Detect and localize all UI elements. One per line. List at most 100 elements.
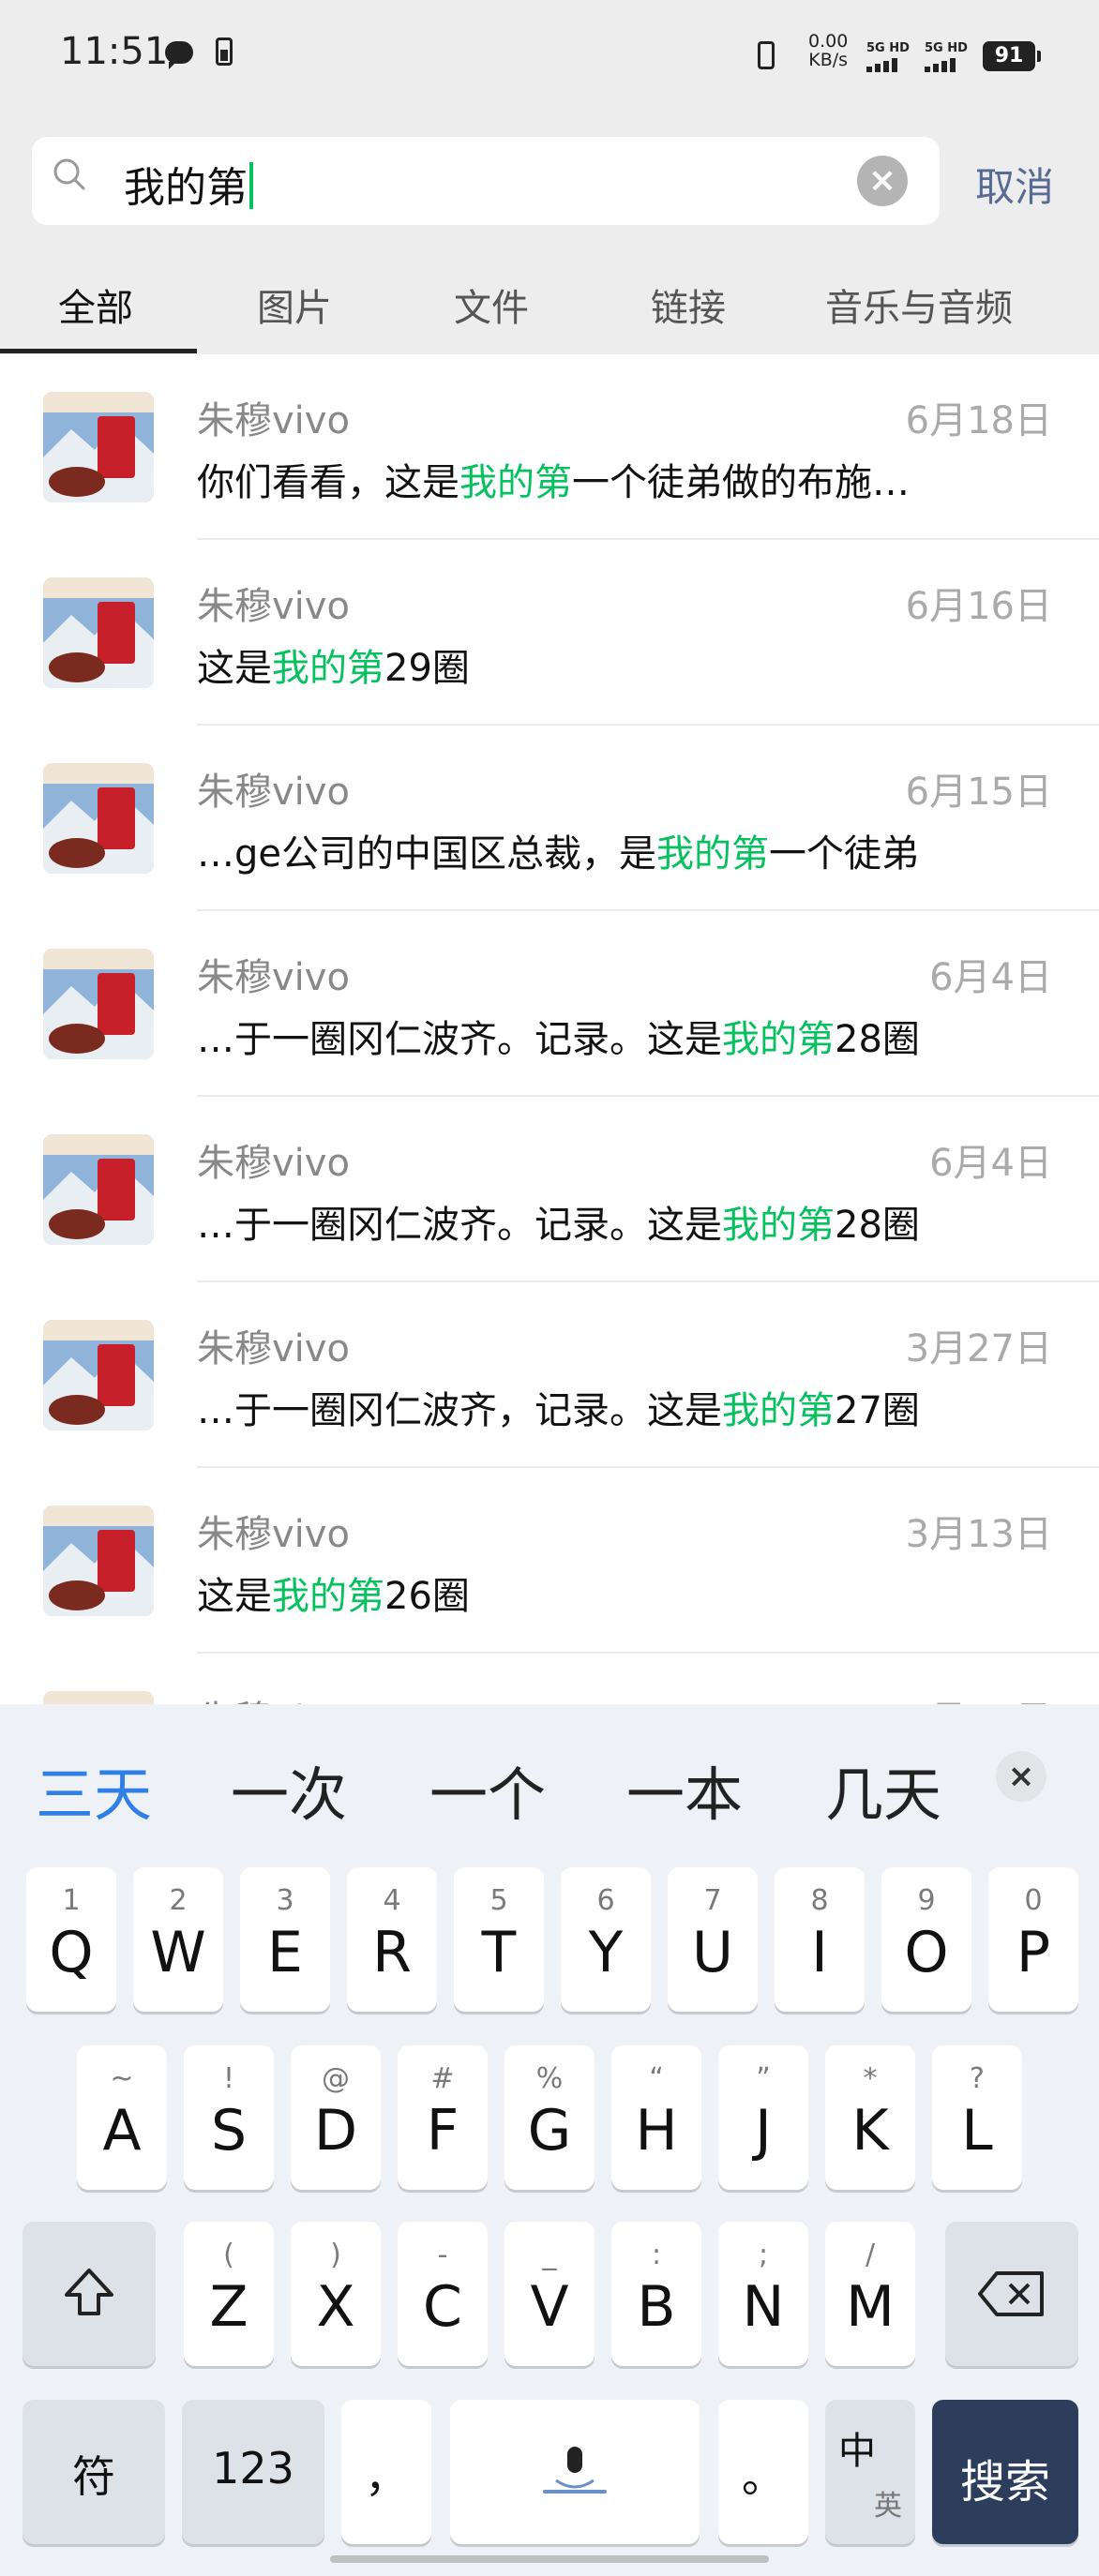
message-snippet: 这是我的第29圈 — [197, 647, 470, 690]
contact-name: 朱穆vivo — [197, 956, 350, 999]
network-speed: 0.00 KB/s — [808, 32, 848, 69]
list-item[interactable]: 朱穆vivo 6月4日 …于一圈冈仁波齐。记录。这是我的第28圈 — [0, 1097, 1099, 1282]
message-date: 6月18日 — [905, 399, 1052, 442]
period-key[interactable]: 。 — [718, 2400, 808, 2544]
key-p[interactable]: 0P — [988, 1867, 1078, 2012]
signal-bars-icon — [925, 58, 968, 72]
key-f[interactable]: # F — [398, 2045, 488, 2190]
key-a[interactable]: ~ A — [77, 2045, 167, 2190]
language-english-label: 英 — [874, 2490, 902, 2523]
candidate-word[interactable]: 三天 — [36, 1747, 152, 1832]
key-c[interactable]: -C — [398, 2222, 488, 2366]
candidate-word[interactable]: 一本 — [626, 1747, 743, 1832]
close-candidates-button[interactable]: × — [996, 1751, 1046, 1802]
message-date: 3月11日 — [906, 1689, 1052, 1704]
avatar — [43, 1320, 154, 1430]
match-highlight: 我的第 — [722, 1018, 835, 1061]
candidate-bar: 三天 一次 一个 一本 几天 × — [0, 1704, 1099, 1854]
battery-indicator: 91 — [983, 41, 1041, 71]
list-item[interactable]: 朱穆vivo 6月15日 …ge公司的中国区总裁，是我的第一个徒弟 — [0, 726, 1099, 911]
tab-music-audio[interactable]: 音乐与音频 — [825, 277, 1013, 332]
clear-search-button[interactable]: × — [857, 156, 908, 206]
key-i[interactable]: 8I — [775, 1867, 865, 2012]
key-o[interactable]: 9O — [881, 1867, 971, 2012]
contact-name: 朱穆vivo — [197, 1142, 350, 1185]
symbol-key[interactable]: 符 — [23, 2400, 165, 2544]
home-indicator[interactable] — [330, 2555, 769, 2563]
search-input[interactable]: 我的第 × — [32, 137, 940, 225]
key-j[interactable]: ” J — [718, 2045, 808, 2190]
key-y[interactable]: 6Y — [561, 1867, 651, 2012]
list-item[interactable]: 朱穆vivo 6月16日 这是我的第29圈 — [0, 540, 1099, 726]
ime-keyboard: 三天 一次 一个 一本 几天 × 1Q 2W 3E 4R 5T 6Y 7U 8I… — [0, 1704, 1099, 2576]
tab-all[interactable]: 全部 — [58, 277, 133, 332]
search-query: 我的第 — [124, 164, 248, 212]
key-x[interactable]: ) X — [291, 2222, 381, 2366]
tab-images[interactable]: 图片 — [257, 277, 332, 332]
contact-name: 朱穆vivo — [197, 1689, 350, 1704]
status-time: 11:51 — [60, 30, 169, 73]
key-d[interactable]: @ D — [291, 2045, 381, 2190]
match-highlight: 我的第 — [459, 461, 572, 504]
match-highlight: 我的第 — [656, 832, 769, 876]
candidate-word[interactable]: 几天 — [825, 1747, 941, 1832]
list-item[interactable]: 朱穆vivo 3月13日 这是我的第26圈 — [0, 1468, 1099, 1654]
key-n[interactable]: ; N — [718, 2222, 808, 2366]
list-item[interactable]: 朱穆vivo 6月4日 …于一圈冈仁波齐。记录。这是我的第28圈 — [0, 911, 1099, 1097]
space-voice-key[interactable] — [450, 2400, 700, 2544]
message-date: 6月16日 — [905, 585, 1052, 628]
tab-files[interactable]: 文件 — [454, 277, 529, 332]
search-query-wrap: 我的第 — [124, 154, 253, 214]
key-q[interactable]: 1Q — [26, 1867, 116, 2012]
key-t[interactable]: 5T — [454, 1867, 544, 2012]
key-l[interactable]: ? L — [932, 2045, 1022, 2190]
contact-name: 朱穆vivo — [197, 771, 350, 814]
key-u[interactable]: 7U — [668, 1867, 758, 2012]
backspace-key[interactable] — [945, 2222, 1078, 2366]
language-switch-key[interactable]: 中 英 — [825, 2400, 915, 2544]
number-key[interactable]: 123 — [182, 2400, 324, 2544]
message-snippet: …于一圈冈仁波齐。记录。这是我的第28圈 — [197, 1204, 920, 1247]
tab-links[interactable]: 链接 — [651, 277, 726, 332]
cancel-button[interactable]: 取消 — [975, 156, 1054, 213]
search-icon — [53, 158, 85, 190]
message-date: 6月4日 — [929, 1142, 1052, 1185]
candidate-word[interactable]: 一个 — [429, 1747, 546, 1832]
avatar — [43, 1505, 154, 1616]
key-e[interactable]: 3E — [240, 1867, 330, 2012]
search-key[interactable]: 搜索 — [932, 2400, 1078, 2544]
message-snippet: …于一圈冈仁波齐，记录。这是我的第27圈 — [197, 1389, 920, 1432]
match-highlight: 我的第 — [722, 1389, 835, 1432]
message-snippet: 你们看看，这是我的第一个徒弟做的布施… — [197, 461, 910, 504]
contact-name: 朱穆vivo — [197, 399, 350, 442]
key-g[interactable]: % G — [504, 2045, 595, 2190]
message-date: 3月27日 — [905, 1327, 1052, 1370]
key-w[interactable]: 2W — [133, 1867, 223, 2012]
key-h[interactable]: “H — [611, 2045, 701, 2190]
candidate-word[interactable]: 一次 — [231, 1747, 347, 1832]
network-speed-unit: KB/s — [808, 50, 849, 70]
comma-key[interactable]: ， — [341, 2400, 431, 2544]
key-s[interactable]: ! S — [184, 2045, 274, 2190]
network-speed-value: 0.00 — [808, 31, 849, 52]
key-m[interactable]: / M — [825, 2222, 915, 2366]
contact-name: 朱穆vivo — [197, 1513, 350, 1556]
key-b[interactable]: :B — [611, 2222, 701, 2366]
message-snippet: 这是我的第26圈 — [197, 1575, 470, 1618]
message-snippet: …ge公司的中国区总裁，是我的第一个徒弟 — [197, 832, 919, 876]
list-item[interactable]: 朱穆vivo 3月27日 …于一圈冈仁波齐，记录。这是我的第27圈 — [0, 1282, 1099, 1468]
avatar — [43, 949, 154, 1059]
signal-1: 5G HD — [866, 41, 910, 72]
list-item[interactable]: 朱穆vivo 6月18日 你们看看，这是我的第一个徒弟做的布施… — [0, 354, 1099, 540]
key-r[interactable]: 4R — [347, 1867, 437, 2012]
shift-key[interactable] — [23, 2222, 156, 2366]
language-chinese-label: 中 — [838, 2430, 876, 2473]
message-date: 6月15日 — [905, 771, 1052, 814]
vibrate-icon — [758, 41, 775, 69]
key-k[interactable]: * K — [825, 2045, 915, 2190]
key-v[interactable]: _ V — [504, 2222, 595, 2366]
status-bar: 11:51 0.00 KB/s 5G HD 5G HD 91 — [0, 0, 1099, 112]
key-z[interactable]: (Z — [184, 2222, 274, 2366]
list-item[interactable]: 朱穆vivo 3月11日 — [0, 1654, 1099, 1704]
signal-2-label: 5G HD — [925, 41, 968, 55]
